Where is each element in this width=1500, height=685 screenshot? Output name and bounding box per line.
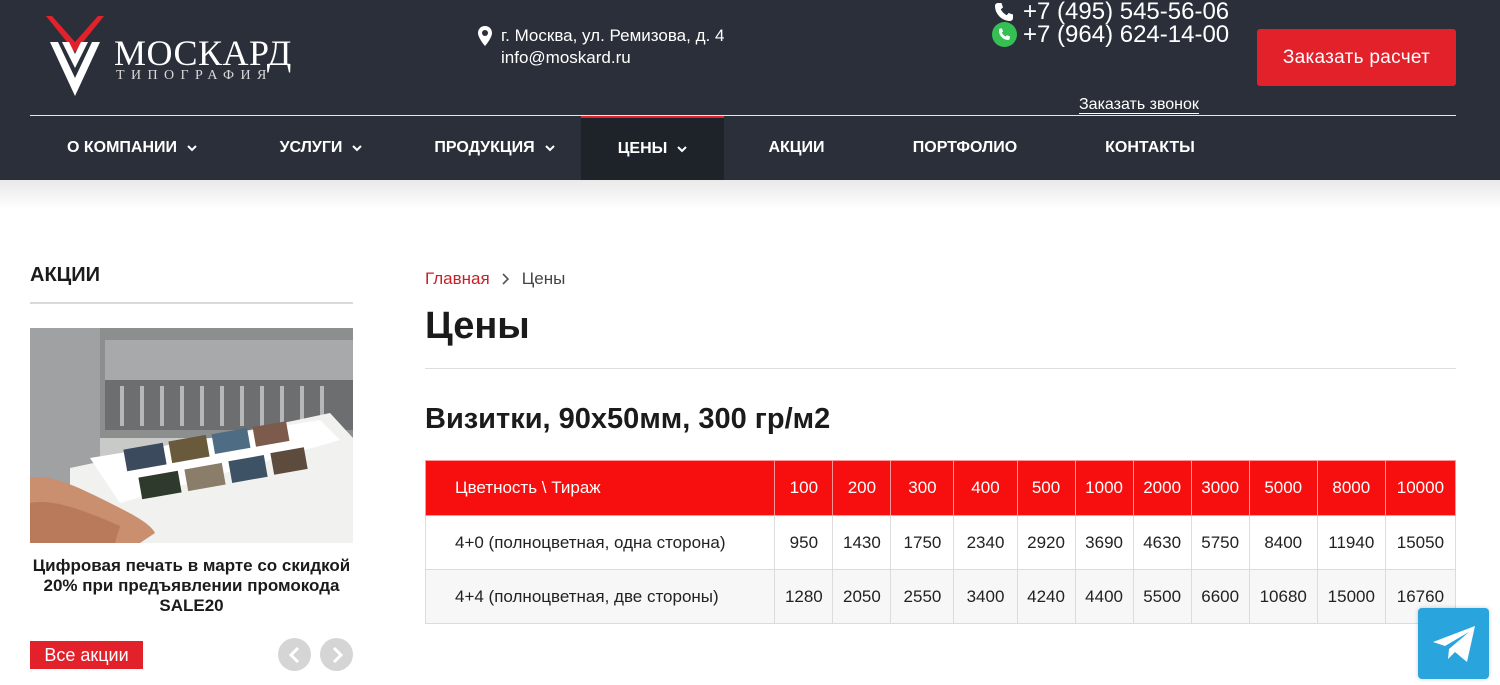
slider-prev-button[interactable] — [278, 638, 311, 671]
table-header-cell: 10000 — [1384, 460, 1457, 516]
table-cell: 3690 — [1074, 515, 1134, 570]
section-heading-bold: 300 гр/м2 — [698, 403, 831, 435]
price-table: Цветность \ Тираж 100 200 300 400 500 10… — [424, 460, 1457, 624]
table-cell: 1280 — [774, 569, 834, 624]
nav-label: УСЛУГИ — [279, 139, 343, 156]
chevron-down-icon — [187, 145, 197, 152]
nav-label: ПРОДУКЦИЯ — [434, 139, 535, 156]
sidebar-divider — [30, 302, 353, 304]
table-header-cell: 400 — [953, 460, 1018, 516]
table-header-cell: 1000 — [1074, 460, 1134, 516]
address-block: г. Москва, ул. Ремизова, д. 4 info@moska… — [476, 25, 724, 69]
telegram-icon — [1432, 625, 1475, 662]
phone-number-2[interactable]: +7 (964) 624-14-00 — [1023, 23, 1229, 47]
address-text: г. Москва, ул. Ремизова, д. 4 — [501, 26, 725, 45]
nav-item-services[interactable]: УСЛУГИ — [234, 116, 408, 180]
chevron-down-icon — [544, 145, 555, 152]
brand-subtitle: ТИПОГРАФИЯ — [116, 68, 273, 83]
arrow-right-icon — [332, 646, 343, 663]
nav-label: КОНТАКТЫ — [1105, 139, 1195, 156]
arrow-left-icon — [288, 646, 299, 663]
breadcrumb-current: Цены — [521, 269, 566, 288]
phone-number-1[interactable]: +7 (495) 545-56-06 — [1023, 0, 1229, 24]
table-cell: 2340 — [953, 515, 1018, 570]
table-header-row: Цветность \ Тираж 100 200 300 400 500 10… — [424, 460, 1457, 516]
table-cell: 6600 — [1190, 569, 1250, 624]
section-heading: Визитки, 90х50мм, 300 гр/м2 — [425, 403, 830, 436]
table-cell: 2920 — [1016, 515, 1076, 570]
table-header-cell: 3000 — [1190, 460, 1250, 516]
whatsapp-icon[interactable] — [990, 22, 1018, 47]
all-promotions-button[interactable]: Все акции — [30, 641, 143, 669]
nav-item-products[interactable]: ПРОДУКЦИЯ — [408, 116, 581, 180]
title-divider — [425, 368, 1456, 369]
row-label: 4+0 (полноцветная, одна сторона) — [424, 515, 776, 570]
table-cell: 8400 — [1248, 515, 1318, 570]
table-header-cell: Цветность \ Тираж — [424, 460, 776, 516]
table-cell: 1750 — [890, 515, 955, 570]
table-cell: 11940 — [1316, 515, 1386, 570]
table-cell: 5500 — [1132, 569, 1192, 624]
chevron-down-icon — [677, 146, 687, 153]
header-shadow — [0, 180, 1500, 210]
chevron-down-icon — [352, 145, 363, 152]
table-header-cell: 2000 — [1132, 460, 1192, 516]
table-cell: 15000 — [1316, 569, 1386, 624]
nav-item-promotions[interactable]: АКЦИИ — [724, 116, 869, 180]
table-cell: 950 — [774, 515, 834, 570]
nav-item-contacts[interactable]: КОНТАКТЫ — [1061, 116, 1239, 180]
table-header-cell: 300 — [890, 460, 955, 516]
phones-block: +7 (495) 545-56-06 +7 (964) 624-14-00 — [990, 0, 1229, 47]
chevron-right-icon — [502, 273, 509, 285]
promo-image[interactable] — [30, 328, 353, 543]
table-header-cell: 200 — [832, 460, 892, 516]
table-header-cell: 500 — [1016, 460, 1076, 516]
sidebar-title: АКЦИИ — [30, 264, 101, 286]
nav-item-company[interactable]: О КОМПАНИИ — [30, 116, 234, 180]
table-cell: 1430 — [832, 515, 892, 570]
location-pin-icon — [478, 26, 492, 46]
nav-item-portfolio[interactable]: ПОРТФОЛИО — [869, 116, 1061, 180]
table-cell: 4400 — [1074, 569, 1134, 624]
page-title: Цены — [425, 305, 530, 347]
nav-label: АКЦИИ — [768, 139, 825, 156]
table-cell: 5750 — [1190, 515, 1250, 570]
table-cell: 4630 — [1132, 515, 1192, 570]
section-heading-prefix: Визитки, 90х50мм, — [425, 403, 691, 435]
logo[interactable]: МОСКАРД ТИПОГРАФИЯ — [44, 12, 304, 102]
main-nav: О КОМПАНИИ УСЛУГИ ПРОДУКЦИЯ ЦЕНЫ АКЦИИ П… — [30, 116, 1239, 180]
table-cell: 2050 — [832, 569, 892, 624]
nav-label: ЦЕНЫ — [617, 140, 668, 157]
nav-label: О КОМПАНИИ — [66, 139, 178, 156]
breadcrumb: Главная Цены — [425, 269, 565, 289]
nav-item-prices[interactable]: ЦЕНЫ — [581, 116, 724, 180]
site-header: МОСКАРД ТИПОГРАФИЯ г. Москва, ул. Ремизо… — [0, 0, 1500, 180]
logo-mark-icon — [46, 16, 104, 96]
table-cell: 4240 — [1016, 569, 1076, 624]
breadcrumb-home-link[interactable]: Главная — [425, 269, 490, 289]
table-header-cell: 8000 — [1316, 460, 1386, 516]
table-cell: 2550 — [890, 569, 955, 624]
order-calculation-button[interactable]: Заказать расчет — [1257, 29, 1456, 86]
telegram-button[interactable] — [1418, 608, 1489, 679]
table-header-cell: 5000 — [1248, 460, 1318, 516]
row-label: 4+4 (полноцветная, две стороны) — [424, 569, 776, 624]
table-header-cell: 100 — [774, 460, 834, 516]
table-row: 4+0 (полноцветная, одна сторона) 950 143… — [424, 515, 1457, 570]
table-cell: 15050 — [1384, 515, 1457, 570]
table-row: 4+4 (полноцветная, две стороны) 1280 205… — [424, 569, 1457, 624]
table-cell: 10680 — [1248, 569, 1318, 624]
phone-icon — [990, 0, 1018, 24]
slider-next-button[interactable] — [320, 638, 353, 671]
nav-label: ПОРТФОЛИО — [912, 139, 1018, 156]
email-link[interactable]: info@moskard.ru — [501, 47, 724, 69]
table-cell: 3400 — [953, 569, 1018, 624]
callback-link[interactable]: Заказать звонок — [1079, 96, 1199, 114]
promo-text[interactable]: Цифровая печать в марте со скидкой 20% п… — [30, 556, 353, 616]
